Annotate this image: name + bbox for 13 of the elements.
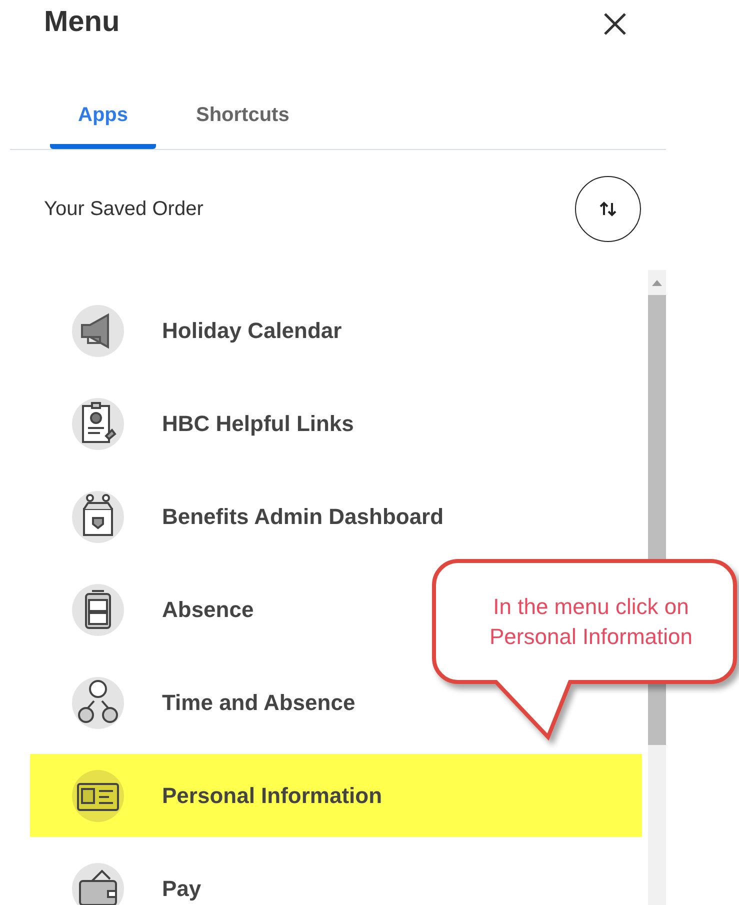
menu-item[interactable]: Personal Information	[30, 754, 642, 837]
menu-item[interactable]: Time and Absence	[30, 656, 642, 749]
sort-icon	[598, 199, 618, 219]
section-label: Your Saved Order	[44, 198, 204, 220]
menu-item[interactable]: Holiday Calendar	[30, 284, 642, 377]
menu-item[interactable]: Pay	[30, 842, 642, 905]
menu-item[interactable]: HBC Helpful Links	[30, 377, 642, 470]
tab[interactable]: Shortcuts	[168, 94, 318, 149]
menu-title: Menu	[44, 6, 120, 38]
callout-tooltip-text: In the menu click on Personal Information	[488, 593, 694, 651]
tab[interactable]: Apps	[50, 94, 156, 149]
close-icon[interactable]	[603, 12, 627, 36]
menu-item[interactable]: Benefits Admin Dashboard	[30, 470, 642, 563]
